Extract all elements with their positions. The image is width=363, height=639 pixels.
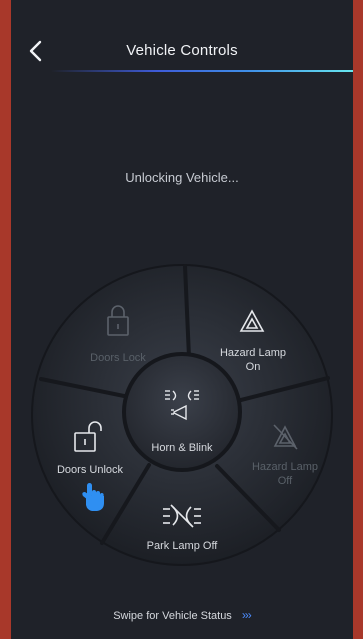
- doors-unlock-label: Doors Unlock: [56, 464, 124, 476]
- chevrons-right-icon: ›››: [241, 608, 252, 622]
- hazard-on-label: Hazard Lamp On: [211, 346, 295, 374]
- swipe-hint-text: Swipe for Vehicle Status: [113, 610, 232, 622]
- hazard-off-label-line2: Off: [277, 475, 293, 487]
- page-title: Vehicle Controls: [126, 42, 238, 59]
- hazard-on-label-line2: On: [245, 361, 261, 373]
- horn-blink-label: Horn & Blink: [151, 442, 213, 454]
- hazard-off-label: Hazard Lamp Off: [243, 460, 327, 488]
- header-divider: [51, 70, 353, 72]
- header: Vehicle Controls: [11, 0, 353, 72]
- park-lamp-off-label: Park Lamp Off: [146, 540, 218, 552]
- hazard-on-label-line1: Hazard Lamp: [219, 347, 287, 359]
- vehicle-controls-screen: Vehicle Controls Unlocking Vehicle... Do…: [11, 0, 353, 639]
- swipe-hint[interactable]: Swipe for Vehicle Status ›››: [11, 608, 353, 622]
- hazard-off-label-line1: Hazard Lamp: [251, 461, 319, 473]
- control-wheel: Doors Lock Hazard Lamp On Hazard Lamp Of…: [11, 260, 353, 600]
- status-message: Unlocking Vehicle...: [125, 170, 239, 185]
- doors-lock-label: Doors Lock: [90, 352, 146, 364]
